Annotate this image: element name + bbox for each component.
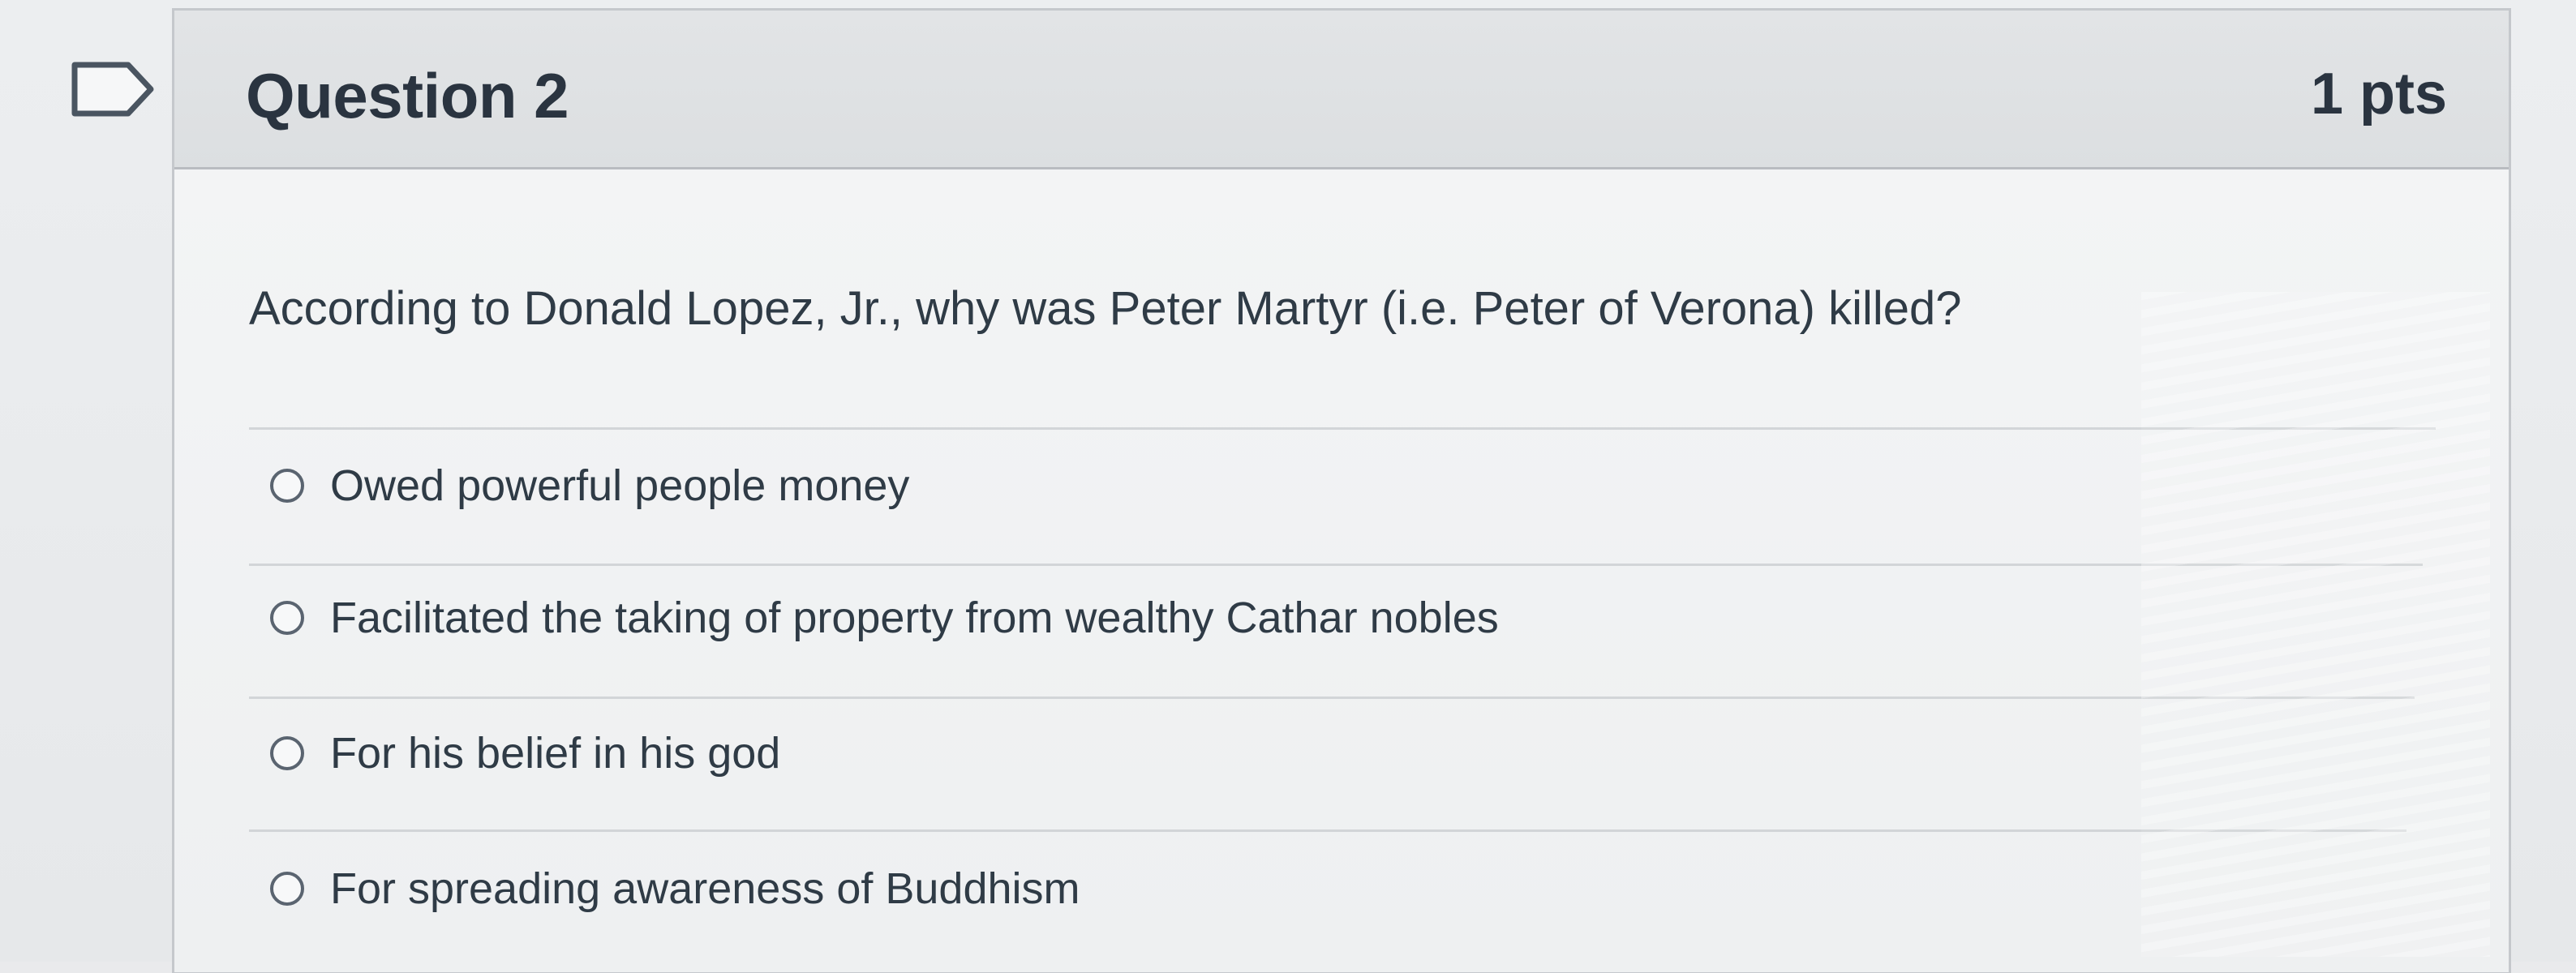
answer-option[interactable]: Owed powerful people money — [270, 449, 909, 522]
radio-unselected-icon[interactable] — [270, 601, 304, 635]
quiz-page: Question 2 1 pts According to Donald Lop… — [0, 0, 2576, 973]
divider — [249, 564, 2423, 566]
flag-question-icon[interactable] — [70, 60, 159, 118]
answer-option[interactable]: For spreading awareness of Buddhism — [270, 852, 1080, 925]
radio-unselected-icon[interactable] — [270, 872, 304, 906]
answer-option[interactable]: Facilitated the taking of property from … — [270, 581, 1499, 654]
answer-option[interactable]: For his belief in his god — [270, 717, 780, 790]
answer-label: Facilitated the taking of property from … — [330, 594, 1499, 642]
question-header: Question 2 1 pts — [174, 11, 2509, 169]
answer-label: For his belief in his god — [330, 729, 781, 778]
question-text: According to Donald Lopez, Jr., why was … — [249, 282, 1962, 335]
radio-unselected-icon[interactable] — [270, 469, 304, 503]
divider — [249, 427, 2436, 430]
question-title: Question 2 — [246, 60, 569, 131]
answer-label: For spreading awareness of Buddhism — [330, 864, 1080, 913]
divider — [249, 829, 2406, 832]
divider — [249, 697, 2415, 699]
question-card: Question 2 1 pts According to Donald Lop… — [172, 8, 2511, 973]
question-points: 1 pts — [2310, 62, 2447, 126]
radio-unselected-icon[interactable] — [270, 736, 304, 770]
question-body: According to Donald Lopez, Jr., why was … — [174, 169, 2509, 972]
answer-label: Owed powerful people money — [330, 461, 910, 510]
